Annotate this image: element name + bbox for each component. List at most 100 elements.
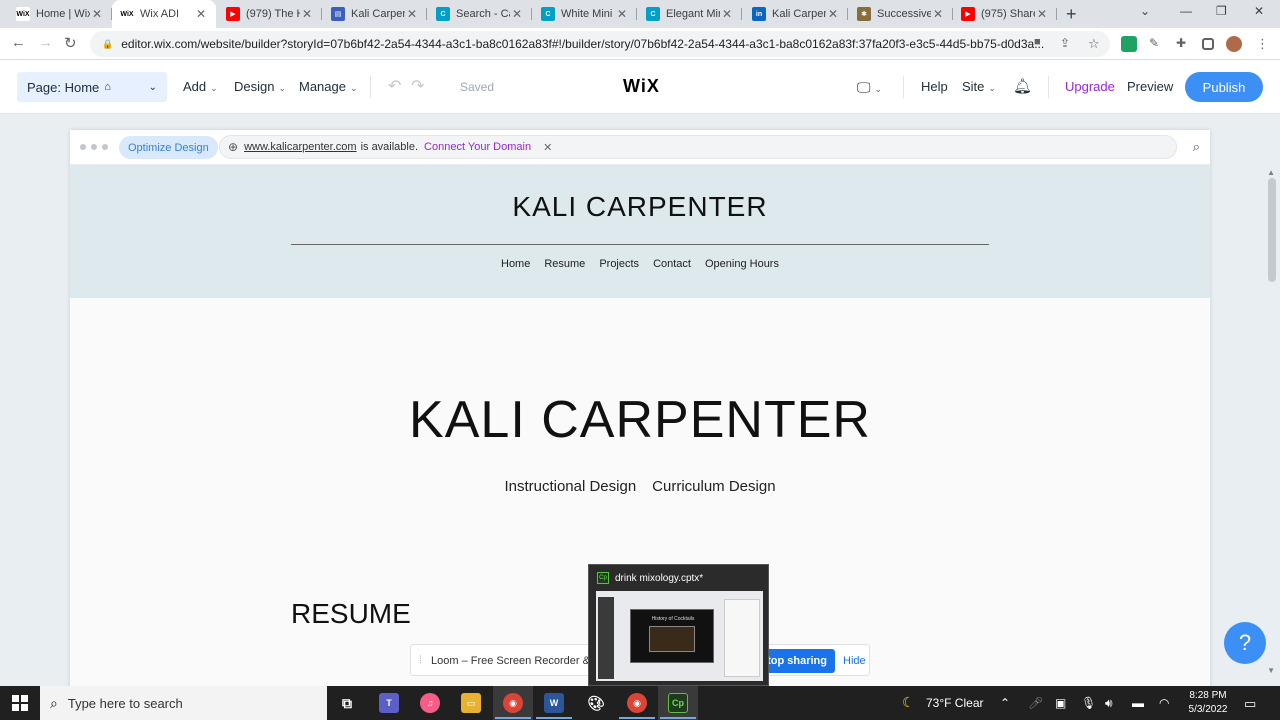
task-view-icon[interactable]: ⧉ — [337, 693, 357, 713]
browser-tab[interactable]: ✱ Successive ✕ — [849, 0, 953, 28]
upgrade-link[interactable]: Upgrade — [1065, 79, 1115, 94]
notifications-icon[interactable]: ▭ — [1244, 696, 1256, 712]
resume-section-title[interactable]: RESUME — [291, 598, 411, 630]
browser-tab[interactable]: WiX Wix ADI ✕ — [112, 0, 216, 28]
hero-subtitle[interactable]: Instructional Design Curriculum Design — [70, 478, 1210, 495]
extensions-puzzle-icon[interactable]: ✚ — [1176, 36, 1192, 52]
sidepanel-icon[interactable] — [1202, 38, 1214, 50]
microphone-icon[interactable]: 🎙︎ — [1081, 696, 1096, 710]
windows-start-icon[interactable] — [12, 695, 28, 711]
help-button[interactable]: ? — [1224, 622, 1266, 664]
close-tab-icon[interactable]: ✕ — [510, 7, 524, 21]
close-tab-icon[interactable]: ✕ — [1035, 7, 1049, 21]
new-tab-button[interactable]: + — [1066, 4, 1077, 25]
close-tab-icon[interactable]: ✕ — [90, 7, 104, 21]
preview-button[interactable]: Preview — [1127, 79, 1173, 94]
menu-design[interactable]: Design ⌄ — [234, 79, 286, 94]
close-tab-icon[interactable]: ✕ — [300, 7, 314, 21]
site-title[interactable]: KALI CARPENTER — [70, 191, 1210, 223]
wifi-icon[interactable]: ◠ — [1159, 696, 1169, 710]
publish-button[interactable]: Publish — [1185, 72, 1263, 102]
close-tab-icon[interactable]: ✕ — [405, 7, 419, 21]
close-tab-icon[interactable]: ✕ — [931, 7, 945, 21]
browser-tab-strip: WiX Home | Wix ✕ WiX Wix ADI ✕ ▶ (979) The H ✕ ▤ K… — [0, 0, 1280, 28]
tray-chevron-up-icon[interactable]: ⌃ — [1000, 696, 1010, 710]
weather-text[interactable]: 73°F Clear — [926, 696, 984, 710]
itunes-icon[interactable]: ♫ — [420, 693, 440, 713]
profile-avatar[interactable] — [1226, 36, 1242, 52]
chrome-icon[interactable]: ◉ — [503, 693, 523, 713]
chrome-menu-icon[interactable]: ⋮ — [1256, 36, 1272, 52]
connect-domain-link[interactable]: Connect Your Domain — [424, 141, 531, 153]
menu-add[interactable]: Add ⌄ — [183, 79, 218, 94]
menu-manage-label: Manage — [299, 79, 346, 94]
file-explorer-icon[interactable]: ▭ — [461, 693, 481, 713]
tray-camera-icon[interactable]: ▣ — [1055, 696, 1066, 710]
grammarly-extension-icon[interactable] — [1121, 36, 1137, 52]
share-icon[interactable]: ⇪ — [1060, 36, 1076, 52]
tray-mic-icon[interactable]: 🎤︎ — [1028, 696, 1043, 710]
browser-tab[interactable]: ▶ (979) The H ✕ — [218, 0, 322, 28]
linkedin-icon: in — [752, 7, 766, 21]
browser-tab[interactable]: C Elegant Min ✕ — [638, 0, 742, 28]
zoom-icon[interactable]: ⌕ — [1193, 139, 1200, 155]
volume-icon[interactable]: 🔊︎ — [1105, 696, 1113, 711]
taskbar-window-preview[interactable]: Cp drink mixology.cptx* History of Cockt… — [588, 564, 769, 686]
word-icon[interactable]: W — [544, 693, 564, 713]
tab-title: White Mini — [561, 8, 613, 20]
browser-tab[interactable]: ▤ Kali Carpenter✕ — [323, 0, 427, 28]
bookmark-star-icon[interactable]: ☆ — [1088, 36, 1104, 52]
scroll-down-icon[interactable]: ▼ — [1267, 666, 1275, 675]
reload-icon[interactable]: ↻ — [64, 34, 77, 52]
browser-tab[interactable]: C White Mini ✕ — [533, 0, 637, 28]
battery-icon[interactable]: ▬ — [1132, 696, 1144, 710]
browser-tab[interactable]: in Kali Carpenter✕ — [744, 0, 848, 28]
close-window-icon[interactable]: ✕ — [1254, 4, 1264, 18]
browser-tab[interactable]: C Search - Ca ✕ — [428, 0, 532, 28]
close-icon[interactable]: ✕ — [543, 141, 552, 154]
hero-title[interactable]: KALI CARPENTER — [70, 390, 1210, 450]
device-switcher[interactable]: 🖵 ⌄ — [857, 79, 882, 96]
teams-icon[interactable]: T — [379, 693, 399, 713]
redo-icon[interactable]: ↷ — [411, 76, 424, 96]
close-tab-icon[interactable]: ✕ — [615, 7, 629, 21]
site-header[interactable]: KALI CARPENTER Home Resume Projects Cont… — [70, 165, 1210, 298]
nav-item-resume[interactable]: Resume — [544, 258, 585, 270]
domain-name[interactable]: www.kalicarpenter.com — [244, 141, 357, 153]
help-menu[interactable]: Help — [921, 79, 948, 94]
stop-sharing-button[interactable]: top sharing — [763, 649, 835, 673]
back-arrow-icon[interactable]: ← — [11, 34, 26, 51]
nav-item-opening-hours[interactable]: Opening Hours — [705, 258, 779, 270]
scrollbar-thumb[interactable] — [1268, 178, 1276, 282]
page-selector[interactable]: Page: Home ⌂ ⌄ — [17, 72, 167, 102]
nav-item-home[interactable]: Home — [501, 258, 530, 270]
site-navigation[interactable]: Home Resume Projects Contact Opening Hou… — [70, 258, 1210, 270]
undo-icon[interactable]: ↶ — [388, 76, 401, 96]
scroll-up-icon[interactable]: ▲ — [1267, 168, 1275, 177]
taskbar-search[interactable]: ⌕ Type here to search — [40, 686, 327, 720]
nav-item-projects[interactable]: Projects — [599, 258, 639, 270]
camera-icon[interactable]: ■ — [1034, 36, 1050, 52]
nav-item-contact[interactable]: Contact — [653, 258, 691, 270]
close-tab-icon[interactable]: ✕ — [826, 7, 840, 21]
optimize-design-button[interactable]: Optimize Design — [119, 136, 218, 159]
menu-manage[interactable]: Manage ⌄ — [299, 79, 358, 94]
system-clock[interactable]: 8:28 PM 5/3/2022 — [1186, 689, 1230, 717]
close-tab-icon[interactable]: ✕ — [194, 7, 208, 21]
close-tab-icon[interactable]: ✕ — [720, 7, 734, 21]
minimize-icon[interactable]: — — [1180, 4, 1192, 18]
tab-search-icon[interactable]: ⌄ — [1140, 4, 1150, 18]
forward-arrow-icon[interactable]: → — [38, 34, 53, 51]
hide-button[interactable]: Hide — [843, 655, 866, 667]
site-menu[interactable]: Site ⌄ — [962, 79, 996, 94]
captivate-taskbar-icon[interactable]: Cp — [668, 693, 688, 713]
browser-tab[interactable]: WiX Home | Wix ✕ — [8, 0, 112, 28]
chrome-profile-icon[interactable]: ◉ — [627, 693, 647, 713]
drag-handle-icon[interactable]: ⁞ — [419, 655, 422, 666]
paint-icon[interactable]: 🎨︎ — [586, 693, 606, 713]
edit-extension-icon[interactable]: ✎ — [1149, 36, 1165, 52]
notifications-bell-icon[interactable]: 🔔︎ — [1013, 77, 1032, 95]
browser-tab[interactable]: ▶ (975) Share ✕ — [953, 0, 1057, 28]
address-bar[interactable]: 🔒 editor.wix.com/website/builder?storyId… — [90, 31, 1110, 57]
maximize-icon[interactable]: ❐ — [1216, 4, 1227, 18]
